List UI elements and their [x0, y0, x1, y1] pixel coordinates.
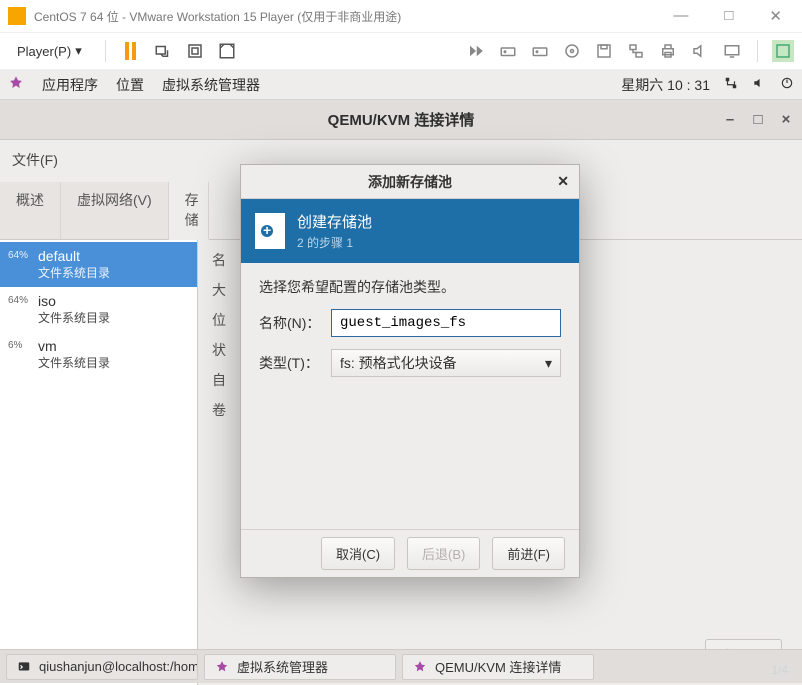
printer-icon[interactable]	[657, 40, 679, 62]
fit-guest-icon[interactable]	[184, 40, 206, 62]
pool-item-vm[interactable]: 6% vm 文件系统目录	[0, 332, 197, 377]
modal-close-icon[interactable]: ✕	[557, 173, 569, 190]
cancel-button[interactable]: 取消(C)	[321, 537, 395, 570]
clock[interactable]: 星期六 10 : 31	[621, 75, 710, 95]
taskbar-item-vmm[interactable]: 虚拟系统管理器	[204, 654, 396, 680]
pool-type: 文件系统目录	[38, 309, 110, 326]
storage-pool-list: 64% default 文件系统目录 64% iso 文件系统目录 6% vm …	[0, 240, 198, 685]
pause-button[interactable]	[120, 40, 142, 62]
pool-name: iso	[38, 293, 110, 309]
tools-icon[interactable]	[772, 40, 794, 62]
add-storage-pool-modal: 添加新存储池 ✕ 创建存储池 2 的步骤 1 选择您希望配置的存储池类型。 名称…	[240, 164, 580, 578]
window-close[interactable]: ×	[778, 112, 794, 128]
sound-icon[interactable]	[689, 40, 711, 62]
taskbar-item-connection[interactable]: QEMU/KVM 连接详情	[402, 654, 594, 680]
banner-title: 创建存储池	[297, 211, 372, 232]
name-label: 名称(N)：	[259, 313, 321, 333]
chevron-down-icon: ▾	[545, 355, 552, 372]
close-button[interactable]: ✕	[769, 7, 782, 25]
pool-usage-pct: 64%	[8, 248, 32, 261]
gnome-top-bar: 应用程序 位置 虚拟系统管理器 星期六 10 : 31	[0, 70, 802, 100]
modal-title: 添加新存储池	[368, 172, 452, 192]
taskbar-label: qiushanjun@localhost:/home/qiu…	[39, 659, 198, 674]
modal-banner: 创建存储池 2 的步骤 1	[241, 199, 579, 263]
vmware-titlebar: CentOS 7 64 位 - VMware Workstation 15 Pl…	[0, 0, 802, 32]
current-app-label[interactable]: 虚拟系统管理器	[162, 75, 260, 95]
pool-usage-pct: 64%	[8, 293, 32, 306]
network-tray-icon[interactable]	[724, 76, 738, 93]
applications-menu[interactable]: 应用程序	[42, 75, 98, 95]
power-tray-icon[interactable]	[780, 76, 794, 93]
banner-step: 2 的步骤 1	[297, 234, 372, 251]
player-menu-button[interactable]: Player(P) ▾	[8, 38, 91, 64]
floppy-icon[interactable]	[593, 40, 615, 62]
separator	[757, 40, 758, 62]
pool-type: 文件系统目录	[38, 354, 110, 371]
forward-button[interactable]: 前进(F)	[492, 537, 565, 570]
pool-name: vm	[38, 338, 110, 354]
taskbar-item-terminal[interactable]: qiushanjun@localhost:/home/qiu…	[6, 654, 198, 680]
name-input[interactable]	[331, 309, 561, 337]
pool-type: 文件系统目录	[38, 264, 110, 281]
display-icon[interactable]	[721, 40, 743, 62]
fullscreen-icon[interactable]	[216, 40, 238, 62]
activities-icon[interactable]	[8, 75, 24, 94]
send-ctrl-alt-del-icon[interactable]	[152, 40, 174, 62]
player-toolbar: Player(P) ▾	[0, 32, 802, 70]
modal-footer: 取消(C) 后退(B) 前进(F)	[241, 529, 579, 577]
player-menu-label: Player(P)	[17, 44, 71, 59]
type-select[interactable]: fs: 预格式化块设备 ▾	[331, 349, 561, 377]
maximize-button[interactable]: □	[724, 7, 733, 25]
vmware-logo-icon	[8, 7, 26, 25]
chevron-down-icon: ▾	[75, 43, 82, 59]
gnome-taskbar: qiushanjun@localhost:/home/qiu… 虚拟系统管理器 …	[0, 649, 802, 683]
pool-usage-pct: 6%	[8, 338, 32, 351]
type-label: 类型(T)：	[259, 353, 321, 373]
watermark: 1/4	[771, 663, 788, 677]
hdd-icon-2[interactable]	[529, 40, 551, 62]
pool-item-default[interactable]: 64% default 文件系统目录	[0, 242, 197, 287]
fast-forward-icon[interactable]	[465, 40, 487, 62]
storage-pool-icon	[255, 213, 285, 249]
modal-intro: 选择您希望配置的存储池类型。	[259, 277, 561, 297]
volume-tray-icon[interactable]	[752, 76, 766, 93]
minimize-button[interactable]: —	[673, 7, 688, 25]
places-menu[interactable]: 位置	[116, 75, 144, 95]
connection-window-title: QEMU/KVM 连接详情	[328, 109, 475, 130]
hdd-icon-1[interactable]	[497, 40, 519, 62]
network-icon[interactable]	[625, 40, 647, 62]
tab-overview[interactable]: 概述	[0, 182, 61, 239]
window-maximize[interactable]: □	[750, 112, 766, 128]
tab-virtual-network[interactable]: 虚拟网络(V)	[61, 182, 169, 239]
pool-name: default	[38, 248, 110, 264]
taskbar-label: QEMU/KVM 连接详情	[435, 657, 561, 676]
taskbar-label: 虚拟系统管理器	[237, 657, 328, 676]
tab-storage[interactable]: 存储	[169, 182, 209, 240]
vmware-title: CentOS 7 64 位 - VMware Workstation 15 Pl…	[34, 8, 401, 25]
modal-titlebar: 添加新存储池 ✕	[241, 165, 579, 199]
pool-item-iso[interactable]: 64% iso 文件系统目录	[0, 287, 197, 332]
back-button[interactable]: 后退(B)	[407, 537, 480, 570]
type-select-value: fs: 预格式化块设备	[340, 353, 457, 373]
separator	[105, 40, 106, 62]
cd-icon[interactable]	[561, 40, 583, 62]
connection-window-titlebar: QEMU/KVM 连接详情 – □ ×	[0, 100, 802, 140]
window-minimize[interactable]: –	[722, 112, 738, 128]
